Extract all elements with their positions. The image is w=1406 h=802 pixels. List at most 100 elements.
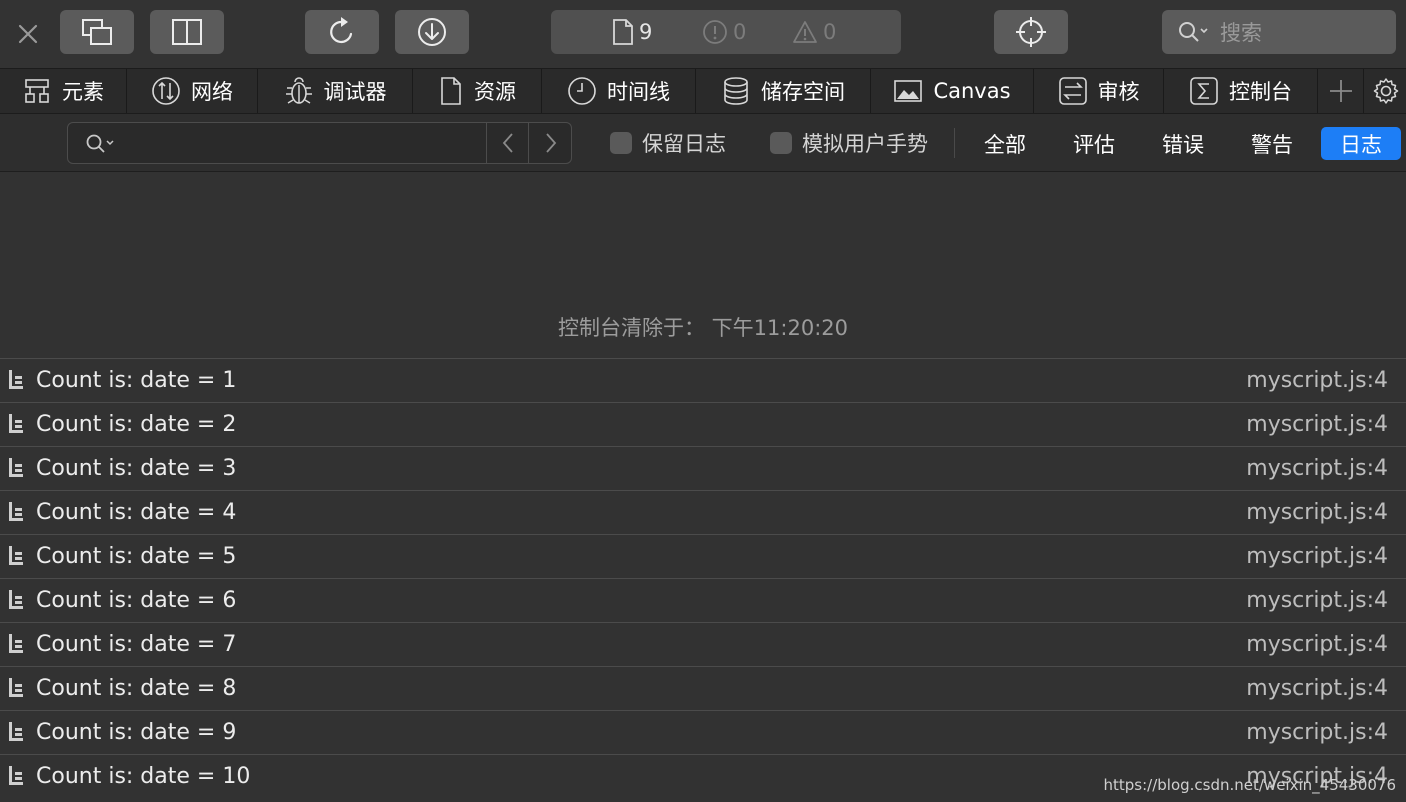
log-source-link[interactable]: myscript.js:4 bbox=[1246, 491, 1388, 534]
log-row[interactable]: Count is: date = 2 myscript.js:4 bbox=[0, 402, 1406, 446]
console-log-list: Count is: date = 1 myscript.js:4 Count i… bbox=[0, 358, 1406, 798]
image-icon bbox=[894, 80, 923, 102]
tab-label: 时间线 bbox=[607, 80, 670, 104]
tab-audit[interactable]: 审核 bbox=[1034, 69, 1164, 113]
tab-console[interactable]: 控制台 bbox=[1164, 69, 1318, 113]
close-icon[interactable] bbox=[14, 20, 42, 48]
resource-stats: 9 0 0 bbox=[551, 10, 901, 54]
document-icon bbox=[613, 19, 633, 45]
log-row[interactable]: Count is: date = 4 myscript.js:4 bbox=[0, 490, 1406, 534]
log-row[interactable]: Count is: date = 9 myscript.js:4 bbox=[0, 710, 1406, 754]
warning-count[interactable]: 0 bbox=[791, 10, 836, 54]
log-row[interactable]: Count is: date = 7 myscript.js:4 bbox=[0, 622, 1406, 666]
undock-icon bbox=[82, 19, 112, 45]
error-count[interactable]: 0 bbox=[701, 10, 746, 54]
clock-icon bbox=[568, 77, 596, 105]
filter-all-button[interactable]: 全部 bbox=[974, 127, 1036, 160]
filter-errors-button[interactable]: 错误 bbox=[1152, 127, 1214, 160]
tab-storage[interactable]: 储存空间 bbox=[696, 69, 871, 113]
database-icon bbox=[724, 77, 748, 105]
undock-button[interactable] bbox=[60, 10, 134, 54]
log-message: Count is: date = 5 bbox=[36, 544, 237, 569]
crosshair-icon bbox=[1016, 17, 1046, 47]
previous-match-button[interactable] bbox=[486, 123, 529, 163]
debugger-bug-icon bbox=[285, 77, 312, 104]
log-source-link[interactable]: myscript.js:4 bbox=[1246, 623, 1388, 666]
filter-warnings-button[interactable]: 警告 bbox=[1241, 127, 1303, 160]
log-row[interactable]: Count is: date = 1 myscript.js:4 bbox=[0, 358, 1406, 402]
log-level-icon bbox=[9, 502, 23, 521]
top-toolbar: 9 0 0 搜索 bbox=[0, 0, 1406, 68]
log-level-icon bbox=[9, 678, 23, 697]
add-tab-button[interactable] bbox=[1318, 69, 1364, 113]
filter-evaluation-button[interactable]: 评估 bbox=[1063, 127, 1125, 160]
tab-label: 调试器 bbox=[323, 80, 387, 104]
log-message: Count is: date = 9 bbox=[36, 720, 237, 745]
error-icon bbox=[703, 20, 727, 44]
log-level-icon bbox=[9, 458, 23, 477]
tab-label: 控制台 bbox=[1229, 80, 1292, 104]
log-level-icon bbox=[9, 546, 23, 565]
log-source-link[interactable]: myscript.js:4 bbox=[1246, 667, 1388, 710]
log-source-link[interactable]: myscript.js:4 bbox=[1246, 359, 1388, 402]
log-source-link[interactable]: myscript.js:4 bbox=[1246, 579, 1388, 622]
tab-label: 审核 bbox=[1097, 80, 1140, 104]
warning-count-value: 0 bbox=[823, 20, 837, 44]
global-search-placeholder: 搜索 bbox=[1220, 21, 1262, 45]
network-icon bbox=[152, 77, 180, 105]
tab-resources[interactable]: 资源 bbox=[413, 69, 542, 113]
log-message: Count is: date = 8 bbox=[36, 676, 237, 701]
inspect-element-button[interactable] bbox=[994, 10, 1068, 54]
checkbox-box[interactable] bbox=[770, 132, 792, 154]
tab-network[interactable]: 网络 bbox=[127, 69, 258, 113]
emulate-gesture-label: 模拟用户手势 bbox=[802, 132, 928, 156]
checkbox-box[interactable] bbox=[610, 132, 632, 154]
preserve-log-label: 保留日志 bbox=[642, 132, 726, 156]
console-icon bbox=[1190, 77, 1218, 105]
log-message: Count is: date = 1 bbox=[36, 368, 237, 393]
resource-count[interactable]: 9 bbox=[611, 10, 652, 54]
log-row[interactable]: Count is: date = 8 myscript.js:4 bbox=[0, 666, 1406, 710]
filter-logs-button[interactable]: 日志 bbox=[1321, 127, 1401, 160]
log-message: Count is: date = 6 bbox=[36, 588, 237, 613]
log-source-link[interactable]: myscript.js:4 bbox=[1246, 403, 1388, 446]
resource-count-value: 9 bbox=[639, 20, 653, 44]
watermark-text: https://blog.csdn.net/weixin_45430076 bbox=[1103, 776, 1396, 794]
tab-debugger[interactable]: 调试器 bbox=[258, 69, 413, 113]
log-message: Count is: date = 2 bbox=[36, 412, 237, 437]
log-level-icon bbox=[9, 590, 23, 609]
warning-icon bbox=[793, 21, 817, 43]
log-row[interactable]: Count is: date = 5 myscript.js:4 bbox=[0, 534, 1406, 578]
tab-label: 网络 bbox=[191, 80, 233, 104]
download-button[interactable] bbox=[395, 10, 469, 54]
log-level-icon bbox=[9, 370, 23, 389]
tab-timeline[interactable]: 时间线 bbox=[542, 69, 696, 113]
log-level-icon bbox=[9, 722, 23, 741]
settings-button[interactable] bbox=[1366, 69, 1406, 113]
tab-elements[interactable]: 元素 bbox=[0, 69, 127, 113]
chevron-left-icon bbox=[502, 133, 513, 153]
dock-side-button[interactable] bbox=[150, 10, 224, 54]
log-source-link[interactable]: myscript.js:4 bbox=[1246, 711, 1388, 754]
next-match-button[interactable] bbox=[528, 123, 572, 163]
log-source-link[interactable]: myscript.js:4 bbox=[1246, 535, 1388, 578]
error-count-value: 0 bbox=[733, 20, 747, 44]
global-search-field[interactable]: 搜索 bbox=[1162, 10, 1396, 54]
emulate-gesture-checkbox[interactable]: 模拟用户手势 bbox=[770, 114, 928, 172]
tab-label: 资源 bbox=[474, 80, 516, 104]
log-message: Count is: date = 3 bbox=[36, 456, 237, 481]
search-icon bbox=[86, 134, 114, 153]
reload-button[interactable] bbox=[305, 10, 379, 54]
log-row[interactable]: Count is: date = 6 myscript.js:4 bbox=[0, 578, 1406, 622]
tab-bar: 元素 网络 调试器 资源 时间线 储存空间 Canvas 审核 控制台 bbox=[0, 68, 1406, 114]
log-source-link[interactable]: myscript.js:4 bbox=[1246, 447, 1388, 490]
console-filter-input[interactable] bbox=[124, 125, 538, 163]
log-level-icon bbox=[9, 634, 23, 653]
gear-icon bbox=[1373, 78, 1399, 104]
tab-canvas[interactable]: Canvas bbox=[871, 69, 1034, 113]
preserve-log-checkbox[interactable]: 保留日志 bbox=[610, 114, 726, 172]
tab-label: 储存空间 bbox=[761, 80, 845, 104]
divider bbox=[954, 128, 955, 158]
reload-icon bbox=[330, 17, 353, 44]
log-row[interactable]: Count is: date = 3 myscript.js:4 bbox=[0, 446, 1406, 490]
